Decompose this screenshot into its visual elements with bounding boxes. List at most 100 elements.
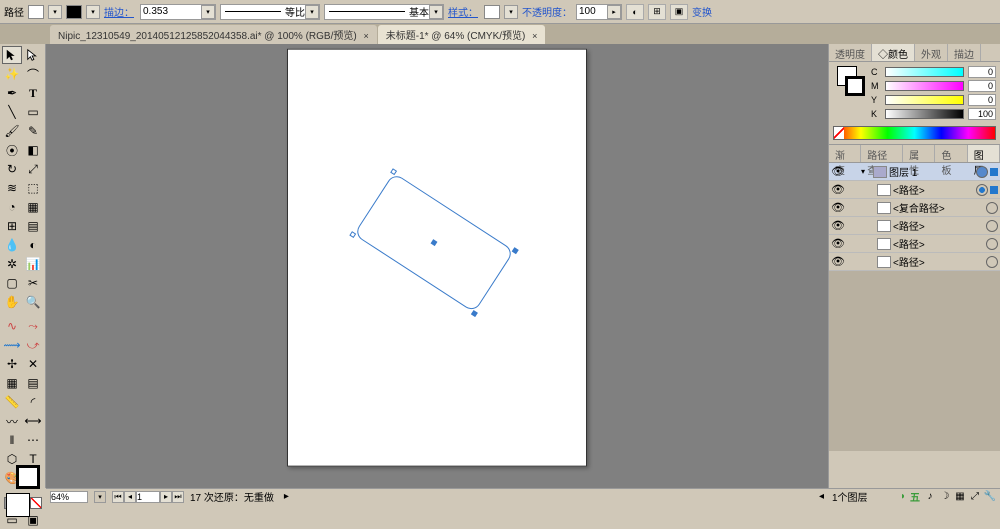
target-icon[interactable] <box>986 220 998 232</box>
eyedropper-tool[interactable]: 💧 <box>2 236 22 254</box>
style-dd[interactable]: ▾ <box>504 5 518 19</box>
visibility-icon[interactable]: 👁 <box>831 219 845 233</box>
note-icon[interactable]: ♪ <box>924 491 936 503</box>
panel-stroke-swatch[interactable] <box>845 76 865 96</box>
style-swatch[interactable] <box>484 5 500 19</box>
layer-name[interactable]: 图层 1 <box>889 164 974 179</box>
curve-c-tool[interactable]: ⟿ <box>2 336 22 354</box>
shape-builder-tool[interactable]: ◔ <box>2 198 22 216</box>
recolor-icon[interactable]: ◐ <box>626 4 644 20</box>
curve-b-tool[interactable]: ⤳ <box>23 317 43 335</box>
prev-page-button[interactable]: ◂ <box>124 491 136 503</box>
brush-combo[interactable]: 基本 ▾ <box>324 4 444 20</box>
next-page-button[interactable]: ▸ <box>160 491 172 503</box>
fill-swatch[interactable] <box>28 5 44 19</box>
stroke-weight-combo[interactable]: ▾ <box>140 4 216 20</box>
zoom-input[interactable] <box>50 491 88 503</box>
curve-d-tool[interactable]: ⤻ <box>23 336 43 354</box>
artboard[interactable] <box>287 49 587 467</box>
tab-gradient[interactable]: 渐变 <box>829 145 861 162</box>
target-icon[interactable] <box>986 256 998 268</box>
opacity-input[interactable] <box>577 5 607 19</box>
ime-indicator-icon[interactable]: ◗ <box>900 491 906 502</box>
fill-dropdown[interactable]: ▾ <box>48 5 62 19</box>
shape-icon[interactable]: ▣ <box>670 4 688 20</box>
selected-shape[interactable] <box>362 206 506 280</box>
compass-tool[interactable]: ✢ <box>2 355 22 373</box>
magic-wand-tool[interactable]: ✨ <box>2 65 22 83</box>
canvas-area[interactable] <box>46 44 828 488</box>
symbol-sprayer-tool[interactable]: ✲ <box>2 255 22 273</box>
layer-row[interactable]: 👁 <路径> <box>829 235 1000 253</box>
width-tool[interactable]: ≋ <box>2 179 22 197</box>
none-mode-btn[interactable] <box>30 497 42 509</box>
tab-appearance[interactable]: 外观 <box>915 44 948 61</box>
pen-tool[interactable]: ✒ <box>2 84 22 102</box>
transform-link[interactable]: 变换 <box>692 4 712 19</box>
direct-selection-tool[interactable] <box>23 46 43 64</box>
layer-name[interactable]: <复合路径> <box>893 200 984 215</box>
layer-name[interactable]: <路径> <box>893 236 984 251</box>
anchor-point[interactable] <box>349 231 356 238</box>
scroll-left-icon[interactable]: ◂ <box>819 491 824 502</box>
mesh-tool[interactable]: ⊞ <box>2 217 22 235</box>
opacity-combo[interactable]: ▸ <box>576 4 622 20</box>
fill-color-swatch[interactable] <box>6 493 30 517</box>
close-icon[interactable]: × <box>532 31 537 41</box>
visibility-icon[interactable]: 👁 <box>831 237 845 251</box>
tab-attributes[interactable]: 属性 <box>903 145 935 162</box>
pencil-tool[interactable]: ✎ <box>23 122 43 140</box>
layer-row[interactable]: 👁 <路径> <box>829 217 1000 235</box>
graph-tool[interactable]: 📊 <box>23 255 43 273</box>
last-page-button[interactable]: ⏭ <box>172 491 184 503</box>
anchor-point[interactable] <box>390 168 397 175</box>
black-value[interactable]: 100 <box>968 108 996 120</box>
visibility-icon[interactable]: 👁 <box>831 255 845 269</box>
cyan-slider[interactable] <box>885 67 964 77</box>
yellow-slider[interactable] <box>885 95 964 105</box>
doc-tab-2[interactable]: 未标题-1* @ 64% (CMYK/预览) × <box>378 25 546 44</box>
align-icon[interactable]: ⊞ <box>648 4 666 20</box>
scale-tool[interactable]: ⤢ <box>23 160 43 178</box>
layer-name[interactable]: <路径> <box>893 218 984 233</box>
line-tool[interactable]: ╲ <box>2 103 22 121</box>
doc-tab-1[interactable]: Nipic_12310549_20140512125852044358.ai* … <box>50 25 377 44</box>
zoom-tool[interactable]: 🔍 <box>23 293 43 311</box>
slice-tool[interactable]: ✂ <box>23 274 43 292</box>
cyan-value[interactable]: 0 <box>968 66 996 78</box>
stroke-weight-dd[interactable]: ▾ <box>201 5 215 19</box>
lasso-tool[interactable]: ⌒ <box>23 65 43 83</box>
status-dropdown-icon[interactable]: ▸ <box>284 491 289 502</box>
round-corner-tool[interactable]: ◜ <box>23 393 43 411</box>
curve-a-tool[interactable]: ∿ <box>2 317 22 335</box>
target-icon[interactable] <box>986 202 998 214</box>
rotate-tool[interactable]: ↻ <box>2 160 22 178</box>
page-input[interactable] <box>136 491 160 503</box>
profile-combo[interactable]: 等比 ▾ <box>220 4 320 20</box>
layer-name[interactable]: <路径> <box>893 182 974 197</box>
opacity-dd[interactable]: ▸ <box>607 5 621 19</box>
cut-tool[interactable]: ✕ <box>23 355 43 373</box>
expand-icon[interactable]: ⤢ <box>969 491 981 503</box>
blend-tool[interactable]: ◐ <box>23 236 43 254</box>
type-tool[interactable]: T <box>23 84 43 102</box>
stroke-color-swatch[interactable] <box>16 465 40 489</box>
anchor-point[interactable] <box>471 310 478 317</box>
black-slider[interactable] <box>885 109 964 119</box>
first-page-button[interactable]: ⏮ <box>112 491 124 503</box>
dim-tool[interactable]: ⟷ <box>23 412 43 430</box>
stroke-swatch[interactable] <box>66 5 82 19</box>
selection-tool[interactable] <box>2 46 22 64</box>
hand-tool[interactable]: ✋ <box>2 293 22 311</box>
stroke-dropdown[interactable]: ▾ <box>86 5 100 19</box>
target-icon[interactable] <box>976 166 988 178</box>
disclosure-icon[interactable]: ▾ <box>861 167 871 176</box>
artboard-tool[interactable]: ▢ <box>2 274 22 292</box>
stroke-weight-input[interactable] <box>141 5 201 19</box>
ruler-tool[interactable]: 📏 <box>2 393 22 411</box>
visibility-icon[interactable]: 👁 <box>831 201 845 215</box>
yellow-value[interactable]: 0 <box>968 94 996 106</box>
eraser-tool[interactable]: ◧ <box>23 141 43 159</box>
target-icon[interactable] <box>986 238 998 250</box>
anchor-point[interactable] <box>512 247 519 254</box>
